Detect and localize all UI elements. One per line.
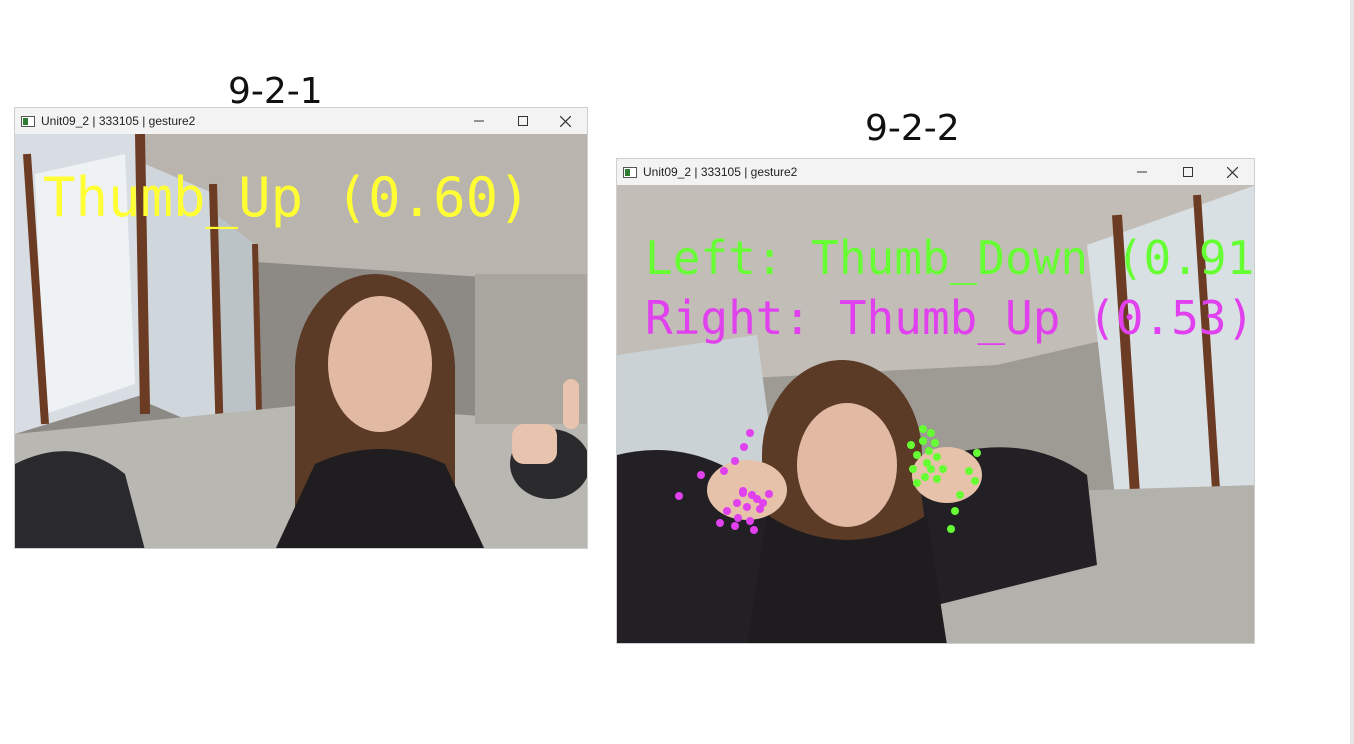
- maximize-icon[interactable]: [1166, 159, 1210, 185]
- minimize-icon[interactable]: [1120, 159, 1164, 185]
- scrollbar-edge[interactable]: [1350, 0, 1354, 744]
- gesture-window-1: Unit09_2 | 333105 | gesture2 Thumb_Up (0…: [14, 107, 588, 549]
- window-title: Unit09_2 | 333105 | gesture2: [643, 165, 798, 179]
- heading-9-2-2: 9-2-2: [865, 108, 960, 149]
- left-hand-gesture-label: Left: Thumb_Down (0.91): [645, 231, 1254, 285]
- heading-9-2-1: 9-2-1: [228, 71, 323, 112]
- gesture-label: Thumb_Up (0.60): [43, 166, 531, 229]
- camera-view: Thumb_Up (0.60): [15, 134, 587, 548]
- gesture-window-2: Unit09_2 | 333105 | gesture2 Left: Thumb…: [616, 158, 1255, 644]
- window-titlebar[interactable]: Unit09_2 | 333105 | gesture2: [617, 159, 1254, 185]
- camera-view: Left: Thumb_Down (0.91) Right: Thumb_Up …: [617, 185, 1254, 643]
- minimize-icon[interactable]: [457, 108, 501, 134]
- maximize-icon[interactable]: [501, 108, 545, 134]
- close-icon[interactable]: [1210, 159, 1254, 185]
- app-window-icon: [623, 166, 637, 178]
- window-title: Unit09_2 | 333105 | gesture2: [41, 114, 196, 128]
- right-hand-gesture-label: Right: Thumb_Up (0.53): [645, 291, 1254, 345]
- close-icon[interactable]: [543, 108, 587, 134]
- app-window-icon: [21, 115, 35, 127]
- window-titlebar[interactable]: Unit09_2 | 333105 | gesture2: [15, 108, 587, 134]
